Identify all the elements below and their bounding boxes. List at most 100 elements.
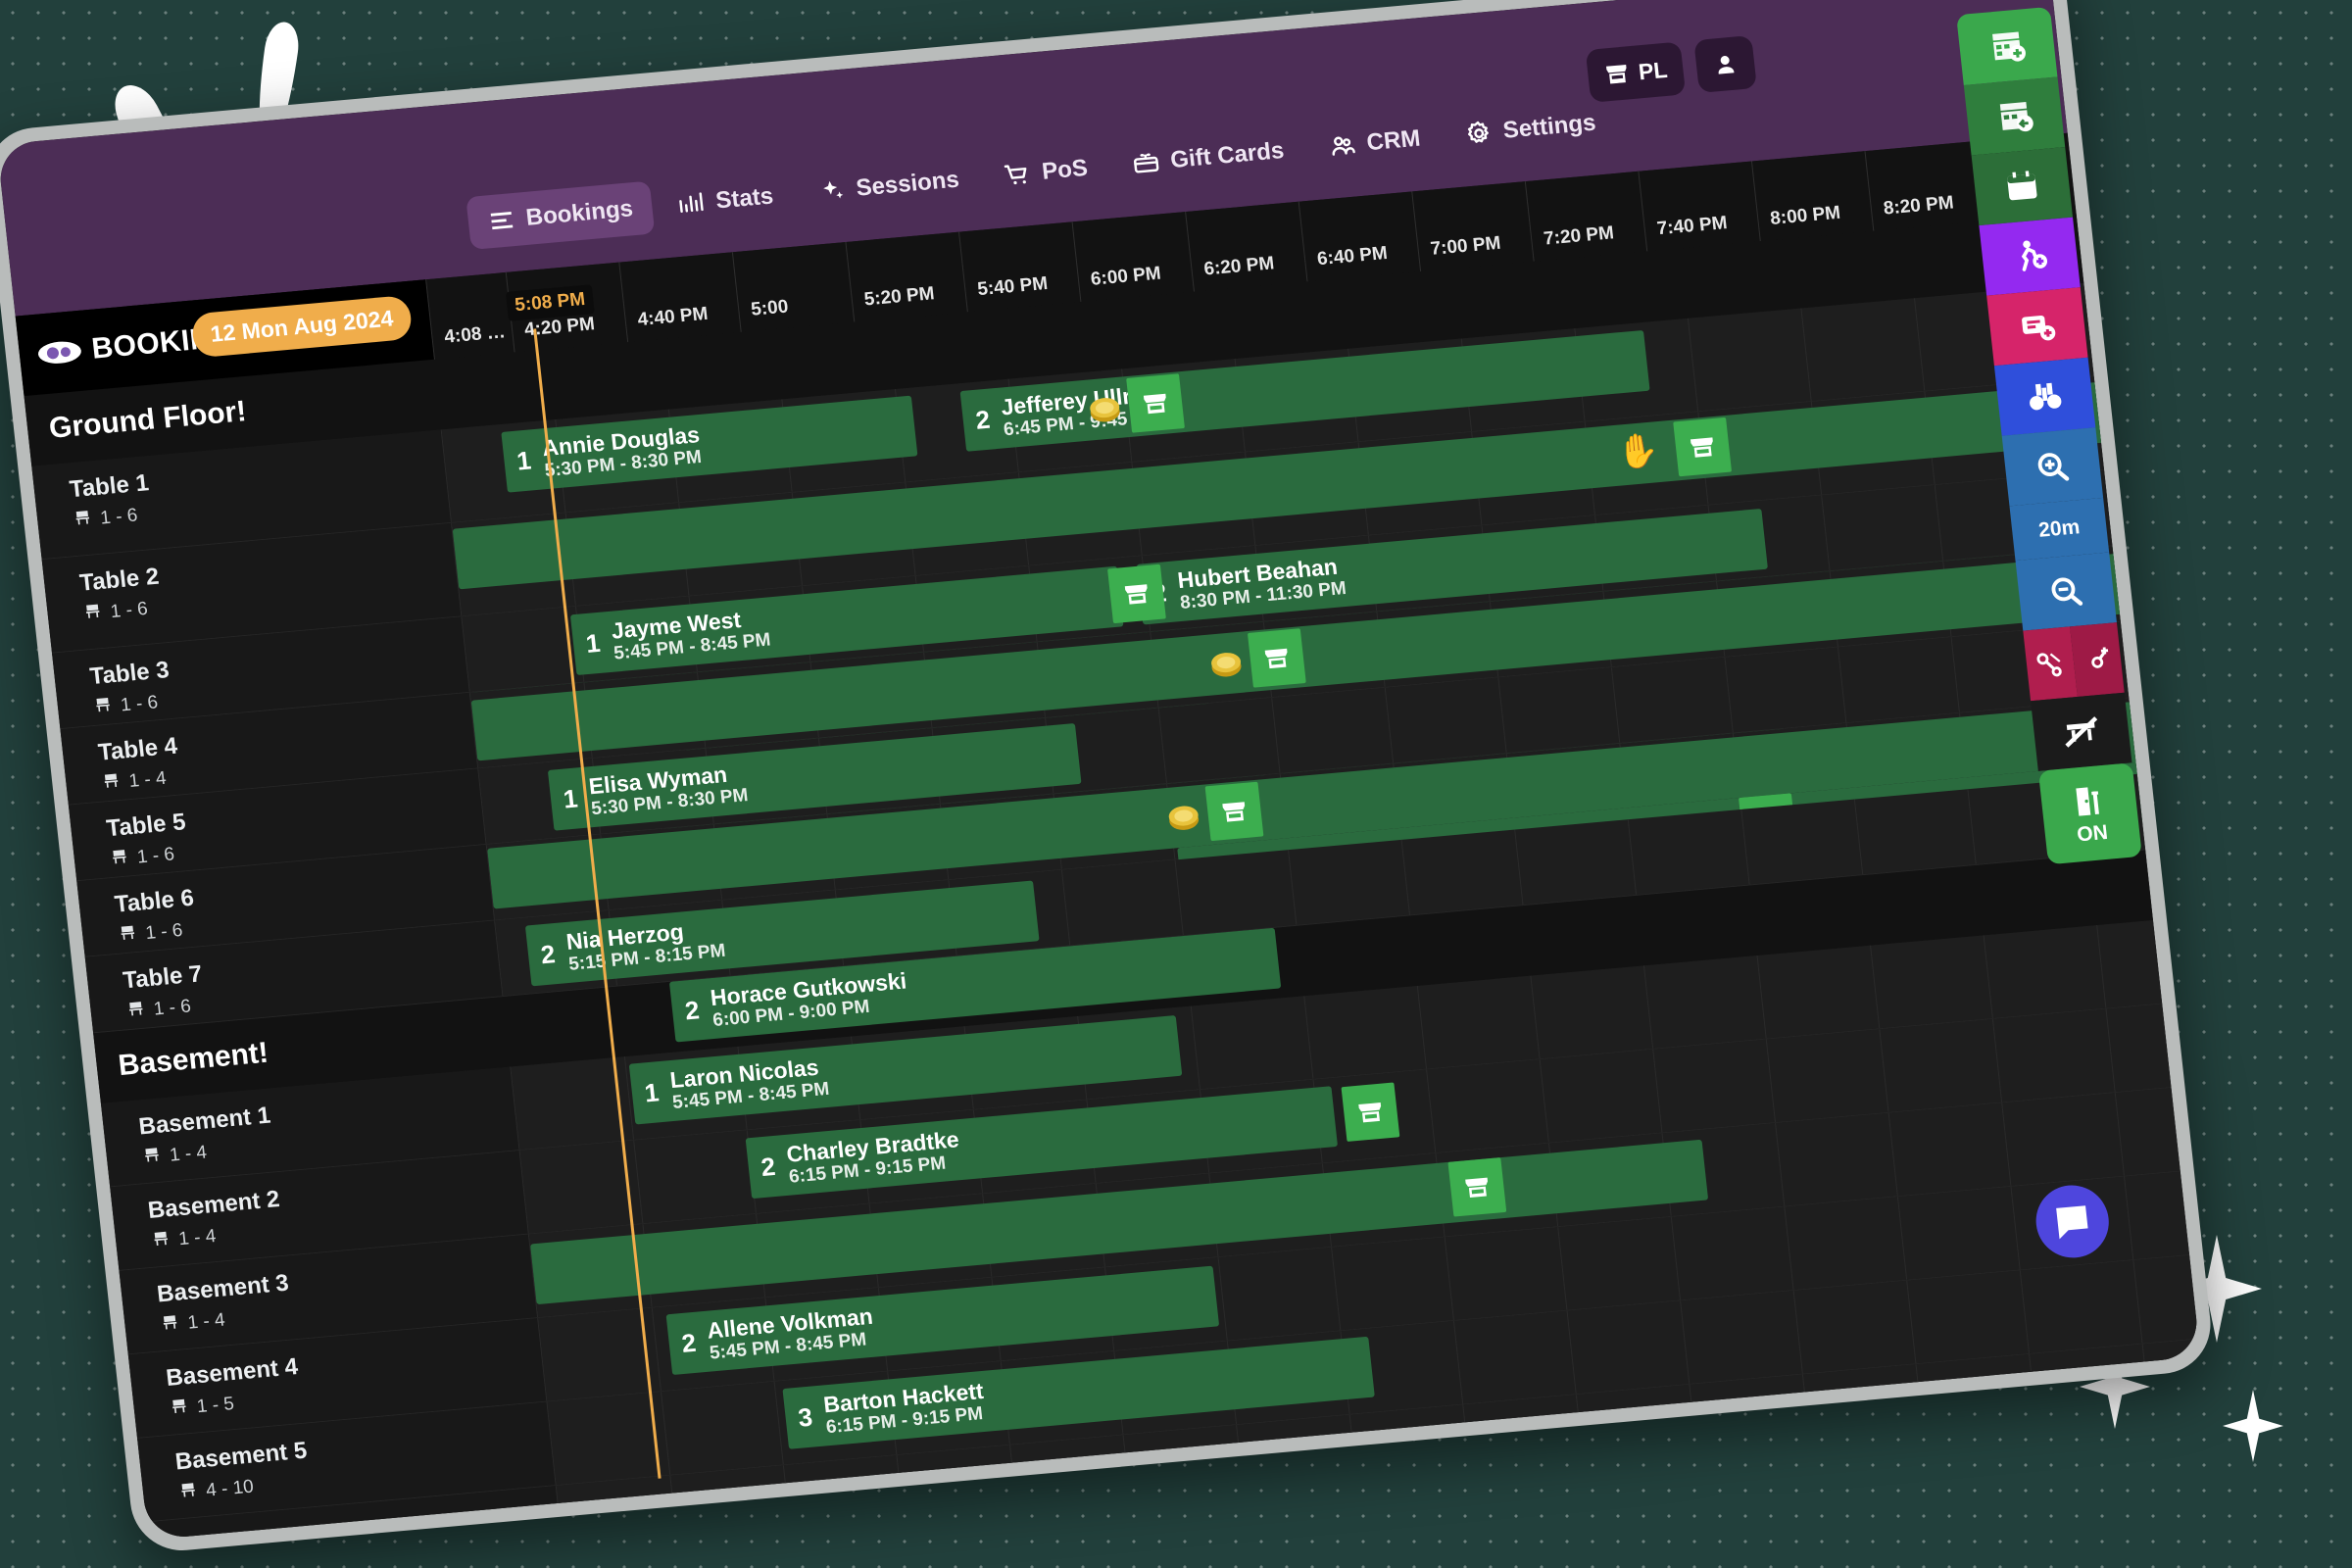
grid-line xyxy=(1384,687,1395,763)
link-add-icon xyxy=(2091,647,2109,668)
grid-line xyxy=(661,1392,671,1475)
grid-line xyxy=(1967,789,1977,864)
coin-icon xyxy=(1211,653,1242,677)
chair-icon xyxy=(150,1228,172,1255)
grid-line xyxy=(1670,1216,1681,1300)
grid-line xyxy=(1934,485,1944,561)
booking-grid: Ground Floor! Table 11 - 6 1 Annie Douglas 5… xyxy=(24,213,2201,1541)
gift-card-icon xyxy=(1131,148,1161,177)
booking-paid-coin-icon xyxy=(1162,796,1205,838)
note-add-icon xyxy=(2022,315,2056,341)
tool-door-open[interactable]: ON xyxy=(2037,762,2142,865)
tool-zoom-in[interactable] xyxy=(2001,427,2104,507)
booking-pax: 1 xyxy=(643,1076,661,1107)
grid-line xyxy=(1426,1069,1437,1153)
time-tick: 5:20 PM xyxy=(845,231,967,322)
chair-icon xyxy=(163,1315,177,1330)
walk-in-add-icon xyxy=(2021,240,2048,271)
account-button[interactable] xyxy=(1693,35,1757,93)
booking-pax: 2 xyxy=(760,1151,777,1182)
chair-icon xyxy=(141,1145,164,1172)
nav-item-settings[interactable]: Settings xyxy=(1443,95,1618,163)
time-tick: 6:40 PM xyxy=(1298,191,1421,282)
nav-item-pos[interactable]: PoS xyxy=(982,140,1110,204)
tool-calendar-add[interactable] xyxy=(1956,6,2058,85)
grid-line xyxy=(1557,1227,1568,1310)
chair-icon xyxy=(169,1396,191,1423)
grid-line xyxy=(1687,318,1699,412)
tool-unlink[interactable] xyxy=(2023,626,2078,702)
chair-icon xyxy=(82,601,105,628)
booking-storefront-badge[interactable] xyxy=(1341,1082,1400,1142)
booking-meta: Charley Bradtke 6:15 PM - 9:15 PM xyxy=(785,1125,974,1189)
grid-line xyxy=(1514,829,1524,906)
booking-meta: Jayme West 5:45 PM - 8:45 PM xyxy=(610,603,783,664)
tool-walk-in-add[interactable] xyxy=(1979,217,2081,296)
booking-storefront-badge[interactable] xyxy=(1673,416,1733,477)
link-tools-group xyxy=(2023,622,2125,702)
nav-item-label: Stats xyxy=(714,182,775,215)
list-lines-icon xyxy=(490,212,514,230)
list-lines-icon xyxy=(487,206,517,235)
booking-meta: Allene Volkman 5:45 PM - 8:45 PM xyxy=(706,1302,888,1365)
chair-icon xyxy=(72,507,94,534)
device-frame: Bookings Stats Sessions PoS Gift Cards CRM Set… xyxy=(0,0,2216,1555)
booking-storefront-badge[interactable] xyxy=(1126,373,1185,433)
grid-line xyxy=(1190,1005,1200,1090)
tool-zoom-level[interactable]: 20m xyxy=(2009,497,2110,562)
tool-zoom-out[interactable] xyxy=(2015,552,2117,631)
chair-icon xyxy=(117,922,139,950)
booking-paid-coin-icon xyxy=(1204,642,1248,684)
time-tick: 5:00 xyxy=(731,242,855,332)
tool-table-off[interactable] xyxy=(2031,692,2132,771)
nav-item-sessions[interactable]: Sessions xyxy=(796,152,982,220)
booking-pax: 2 xyxy=(683,994,701,1025)
grid-line xyxy=(1724,657,1734,733)
raised-hand-icon: ✋ xyxy=(1615,431,1661,472)
booking-meta: Barton Hackett 6:15 PM - 9:15 PM xyxy=(822,1377,999,1440)
booking-storefront-badge[interactable] xyxy=(1247,628,1306,688)
booking-meta: Nia Herzog 5:15 PM - 8:15 PM xyxy=(564,914,738,976)
calendar-icon xyxy=(2007,171,2037,201)
tool-note-add[interactable] xyxy=(1986,287,2088,367)
grid-line xyxy=(2124,1176,2134,1260)
tool-calendar[interactable] xyxy=(1971,146,2074,226)
tool-link-add[interactable] xyxy=(2070,622,2125,697)
booking-meta: Laron Nicolas 5:45 PM - 8:45 PM xyxy=(668,1053,842,1114)
tool-binoculars[interactable] xyxy=(1993,357,2096,436)
sparkles-icon xyxy=(816,176,847,206)
grid-line xyxy=(2010,1186,2021,1270)
tool-calendar-back[interactable] xyxy=(1963,76,2066,156)
booking-pax: 1 xyxy=(514,444,533,476)
booking-meta: Elisa Wyman 5:30 PM - 8:30 PM xyxy=(587,759,760,820)
chair-icon xyxy=(125,999,148,1026)
chair-icon xyxy=(92,694,115,721)
gear-icon xyxy=(1464,119,1494,148)
nav-item-stats[interactable]: Stats xyxy=(656,169,796,233)
grid-line xyxy=(1288,850,1298,925)
grid-line xyxy=(1983,935,1993,1018)
grid-line xyxy=(1800,308,1812,402)
grid-line xyxy=(1784,1206,1794,1291)
booking-storefront-badge[interactable] xyxy=(1447,1157,1507,1217)
shopping-cart-icon xyxy=(1003,160,1033,189)
nav-item-crm[interactable]: CRM xyxy=(1306,111,1443,175)
chair-icon xyxy=(85,604,100,618)
grid-line xyxy=(1879,1029,1889,1112)
nav-item-gift-cards[interactable]: Gift Cards xyxy=(1110,122,1306,192)
grid-line xyxy=(1566,1310,1577,1395)
grid-line xyxy=(2114,1093,2125,1176)
time-tick: 7:40 PM xyxy=(1638,161,1760,252)
booking-meta: Horace Gutkowski 6:00 PM - 9:00 PM xyxy=(709,966,921,1032)
grid-line xyxy=(1217,1257,1228,1341)
booking-storefront-badge[interactable] xyxy=(1204,781,1264,842)
tool-label: ON xyxy=(2076,820,2110,847)
storefront-badge-icon xyxy=(1690,437,1713,458)
nav-item-bookings[interactable]: Bookings xyxy=(466,180,656,250)
locale-badge[interactable]: PL xyxy=(1585,41,1687,103)
chair-icon xyxy=(75,511,90,525)
booking-storefront-badge[interactable] xyxy=(1107,564,1166,624)
grid-line xyxy=(633,1140,644,1224)
chair-icon xyxy=(104,773,119,788)
chair-icon xyxy=(145,1148,159,1162)
